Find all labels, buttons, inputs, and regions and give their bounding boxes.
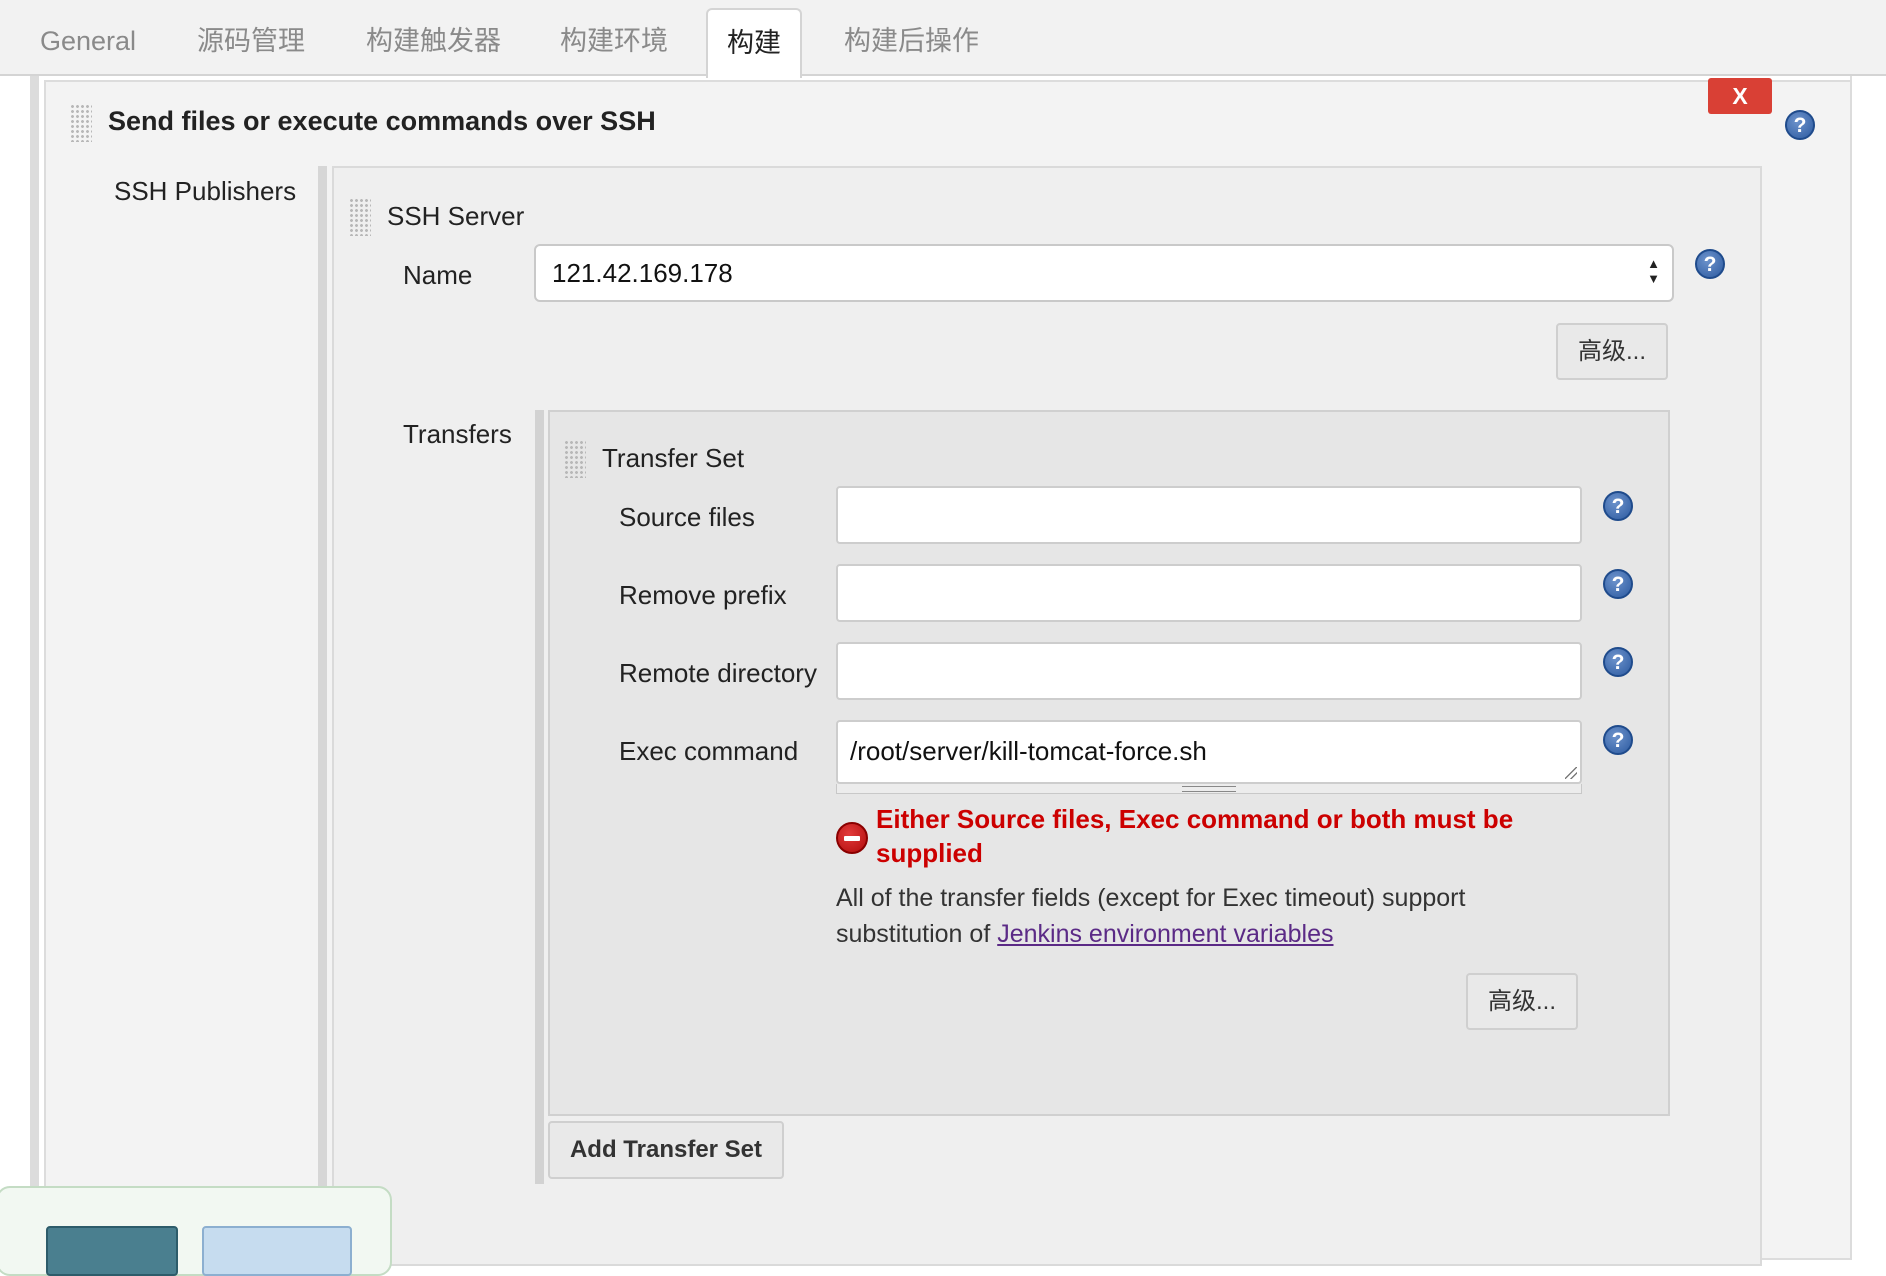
jenkins-env-vars-link[interactable]: Jenkins environment variables <box>997 920 1333 948</box>
ssh-server-name-value: 121.42.169.178 <box>552 258 733 288</box>
help-icon[interactable]: ? <box>1785 110 1815 140</box>
drag-handle-icon[interactable] <box>349 198 371 236</box>
help-icon[interactable]: ? <box>1603 725 1633 755</box>
drag-handle-icon[interactable] <box>564 440 586 478</box>
exec-command-label: Exec command <box>619 736 799 766</box>
ssh-publishers-label: SSH Publishers <box>114 176 297 206</box>
source-files-label: Source files <box>619 502 755 532</box>
config-tab-bar: General 源码管理 构建触发器 构建环境 构建 构建后操作 <box>0 0 1886 78</box>
grip-lines-icon <box>1182 786 1236 792</box>
ssh-server-gutter <box>318 166 327 1254</box>
error-icon <box>836 822 868 854</box>
transfer-set-advanced-button[interactable]: 高级... <box>1466 973 1578 1030</box>
remove-prefix-label: Remove prefix <box>619 580 787 610</box>
ssh-server-title: SSH Server <box>387 201 525 231</box>
remote-directory-input[interactable] <box>836 642 1582 700</box>
help-icon[interactable]: ? <box>1603 647 1633 677</box>
validation-error-message: Either Source files, Exec command or bot… <box>876 804 1514 868</box>
section-title: Send files or execute commands over SSH <box>108 106 656 136</box>
ssh-server-name-select[interactable]: 121.42.169.178 ▲ ▼ <box>534 244 1674 302</box>
ssh-server-advanced-button[interactable]: 高级... <box>1556 323 1668 380</box>
transfer-set-title: Transfer Set <box>602 443 745 473</box>
tab-source-management[interactable]: 源码管理 <box>197 0 305 76</box>
help-icon[interactable]: ? <box>1603 569 1633 599</box>
apply-button[interactable] <box>202 1226 352 1276</box>
source-files-input[interactable] <box>836 486 1582 544</box>
textarea-resize-grip[interactable] <box>836 784 1582 794</box>
transfer-set-gutter <box>535 410 544 1184</box>
left-gutter <box>30 76 39 1254</box>
tab-build-environment[interactable]: 构建环境 <box>560 0 668 76</box>
substitution-info-text: All of the transfer fields (except for E… <box>836 880 1576 952</box>
transfers-label: Transfers <box>403 419 512 449</box>
tab-post-build-actions[interactable]: 构建后操作 <box>844 0 979 76</box>
help-icon[interactable]: ? <box>1603 491 1633 521</box>
exec-command-value: /root/server/kill-tomcat-force.sh <box>850 736 1207 766</box>
resize-corner-icon[interactable] <box>1565 767 1577 779</box>
save-button[interactable] <box>46 1226 178 1276</box>
tab-build[interactable]: 构建 <box>706 8 802 78</box>
remote-directory-label: Remote directory <box>619 658 817 688</box>
exec-command-textarea[interactable]: /root/server/kill-tomcat-force.sh <box>836 720 1582 784</box>
select-arrows-icon: ▲ ▼ <box>1647 256 1660 286</box>
remove-prefix-input[interactable] <box>836 564 1582 622</box>
tab-build-triggers[interactable]: 构建触发器 <box>366 0 501 76</box>
name-label: Name <box>403 260 473 290</box>
delete-step-button[interactable]: X <box>1708 78 1772 114</box>
tab-general[interactable]: General <box>40 0 136 76</box>
add-transfer-set-button[interactable]: Add Transfer Set <box>548 1121 784 1179</box>
drag-handle-icon[interactable] <box>70 104 92 142</box>
help-icon[interactable]: ? <box>1695 249 1725 279</box>
